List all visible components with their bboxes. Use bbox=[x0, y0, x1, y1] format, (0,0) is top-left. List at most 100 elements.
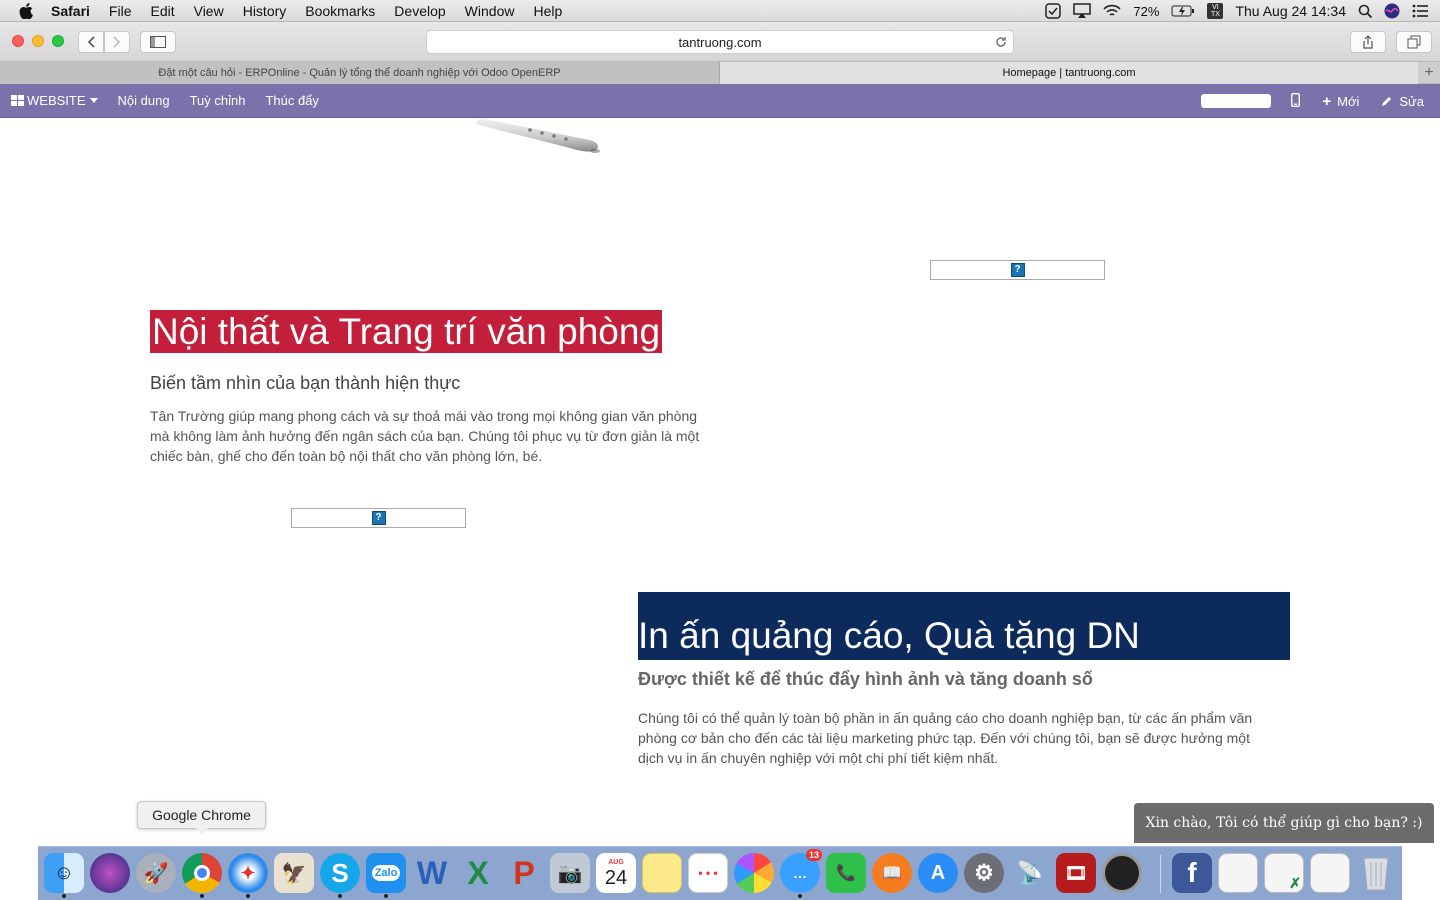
menu-view[interactable]: View bbox=[194, 3, 224, 19]
menu-bookmarks[interactable]: Bookmarks bbox=[305, 3, 375, 19]
launchpad-icon[interactable]: 🚀 bbox=[136, 853, 176, 893]
macos-dock: ☺ 🚀 ✦ 🦅 S Zalo W X P 📷 AUG 24 • • • … 13… bbox=[38, 846, 1402, 900]
menu-help[interactable]: Help bbox=[533, 3, 562, 19]
menu-app-name[interactable]: Safari bbox=[51, 3, 90, 19]
url-text: tantruong.com bbox=[678, 34, 762, 50]
address-bar[interactable]: tantruong.com bbox=[426, 30, 1014, 54]
ibooks-icon[interactable]: 📖 bbox=[872, 853, 912, 893]
share-button[interactable] bbox=[1350, 31, 1386, 53]
tooltip-text: Google Chrome bbox=[152, 807, 251, 823]
plus-icon: + bbox=[1424, 64, 1434, 81]
pencil-icon bbox=[1382, 97, 1392, 106]
airplay-icon[interactable] bbox=[1073, 3, 1092, 19]
chevron-right-icon bbox=[113, 36, 121, 48]
minimized-window-icon[interactable]: ✗ bbox=[1264, 853, 1304, 893]
menu-promote[interactable]: Thúc đẩy bbox=[265, 93, 318, 108]
powerpoint-icon[interactable]: P bbox=[504, 853, 544, 893]
app-store-icon[interactable]: A bbox=[918, 853, 958, 893]
reminders-icon[interactable]: • • • bbox=[688, 853, 728, 893]
show-tabs-button[interactable] bbox=[1396, 31, 1432, 53]
minimized-window-icon[interactable] bbox=[1218, 853, 1258, 893]
screenshot-icon[interactable] bbox=[1102, 853, 1142, 893]
broken-image-placeholder: ? bbox=[291, 508, 466, 528]
zalo-icon[interactable]: Zalo bbox=[366, 853, 406, 893]
reload-icon[interactable] bbox=[995, 36, 1007, 48]
edit-button[interactable]: Sửa bbox=[1381, 94, 1424, 109]
section-subtitle-printing: Được thiết kế để thúc đẩy hình ảnh và tă… bbox=[638, 669, 1093, 689]
forward-button[interactable] bbox=[104, 31, 130, 53]
menu-window[interactable]: Window bbox=[465, 3, 515, 19]
image-capture-icon[interactable]: 📷 bbox=[550, 853, 590, 893]
mobile-icon bbox=[1291, 92, 1301, 107]
menu-content[interactable]: Nội dung bbox=[118, 93, 170, 108]
tab-homepage[interactable]: Homepage | tantruong.com bbox=[720, 62, 1418, 84]
calendar-month: AUG bbox=[608, 858, 624, 866]
odoo-editor-bar: WEBSITE Nội dung Tuỳ chỉnh Thúc đẩy + Mới… bbox=[0, 84, 1440, 118]
safari-icon[interactable]: ✦ bbox=[228, 853, 268, 893]
editor-search-field[interactable] bbox=[1201, 94, 1272, 108]
wifi-icon[interactable] bbox=[1103, 4, 1122, 18]
spotlight-search-icon[interactable] bbox=[1358, 4, 1372, 18]
new-label: Mới bbox=[1337, 93, 1360, 109]
menu-customize[interactable]: Tuỳ chỉnh bbox=[190, 93, 246, 108]
pen-image bbox=[475, 118, 600, 153]
checkmark-status-icon[interactable] bbox=[1045, 3, 1062, 19]
network-utility-icon[interactable]: 📡 bbox=[1010, 853, 1050, 893]
notes-icon[interactable] bbox=[642, 853, 682, 893]
system-preferences-icon[interactable]: ⚙ bbox=[964, 853, 1004, 893]
battery-icon[interactable] bbox=[1171, 5, 1195, 17]
photo-booth-icon[interactable]: 🎞 bbox=[1056, 853, 1096, 893]
calendar-icon[interactable]: AUG 24 bbox=[596, 853, 636, 893]
messages-icon[interactable]: … 13 bbox=[780, 849, 822, 893]
battery-percent[interactable]: 72% bbox=[1133, 4, 1159, 19]
siri-icon[interactable] bbox=[1384, 3, 1400, 19]
menu-develop[interactable]: Develop bbox=[394, 3, 445, 19]
tab-title: Đặt một câu hỏi - ERPOnline - Quản lý tổ… bbox=[158, 67, 561, 79]
finder-icon[interactable]: ☺ bbox=[44, 853, 84, 893]
chrome-icon[interactable] bbox=[182, 853, 222, 893]
website-menu-button[interactable]: WEBSITE bbox=[11, 93, 98, 108]
tab-bar: Đặt một câu hỏi - ERPOnline - Quản lý tổ… bbox=[0, 61, 1440, 84]
input-method-icon[interactable]: VI TX bbox=[1207, 3, 1224, 19]
share-icon bbox=[1363, 35, 1373, 49]
word-icon[interactable]: W bbox=[412, 853, 452, 893]
minimized-window-icon[interactable] bbox=[1310, 853, 1350, 893]
mobile-preview-button[interactable] bbox=[1291, 92, 1301, 110]
missing-image-icon: ? bbox=[1010, 263, 1025, 277]
section-title-office-furniture: Nội thất và Trang trí văn phòng bbox=[150, 310, 663, 353]
trash-icon[interactable] bbox=[1356, 853, 1396, 893]
macos-menubar: Safari File Edit View History Bookmarks … bbox=[0, 0, 1440, 22]
apple-icon[interactable] bbox=[19, 2, 35, 19]
new-button[interactable]: + Mới bbox=[1322, 93, 1359, 110]
back-button[interactable] bbox=[78, 31, 104, 53]
facebook-icon[interactable]: f bbox=[1172, 853, 1212, 893]
clock[interactable]: Thu Aug 24 14:34 bbox=[1235, 3, 1346, 19]
minimize-window-button[interactable] bbox=[32, 35, 44, 47]
chat-greeting: Xin chào, Tôi có thể giúp gì cho bạn? :) bbox=[1145, 815, 1423, 831]
excel-icon[interactable]: X bbox=[458, 853, 498, 893]
missing-image-icon: ? bbox=[371, 511, 386, 525]
menu-edit[interactable]: Edit bbox=[150, 3, 174, 19]
sidebar-toggle-button[interactable] bbox=[140, 31, 176, 53]
tabs-overview-icon bbox=[1407, 35, 1421, 49]
skype-icon[interactable]: S bbox=[320, 853, 360, 893]
new-tab-button[interactable]: + bbox=[1418, 62, 1440, 84]
broken-image-placeholder: ? bbox=[930, 260, 1105, 280]
facetime-icon[interactable]: 📞 bbox=[826, 853, 866, 893]
tab-erponline[interactable]: Đặt một câu hỏi - ERPOnline - Quản lý tổ… bbox=[0, 62, 720, 84]
edit-label: Sửa bbox=[1399, 93, 1424, 109]
zoom-window-button[interactable] bbox=[52, 35, 64, 47]
photos-icon[interactable] bbox=[734, 853, 774, 893]
calendar-day: 24 bbox=[604, 866, 628, 889]
menu-history[interactable]: History bbox=[243, 3, 287, 19]
notification-center-icon[interactable] bbox=[1412, 4, 1428, 18]
preview-photo-icon[interactable]: 🦅 bbox=[274, 853, 314, 893]
grid-icon bbox=[11, 95, 24, 106]
siri-icon[interactable] bbox=[90, 853, 130, 893]
caret-down-icon bbox=[89, 98, 98, 103]
section-subtitle-office-furniture: Biến tầm nhìn của bạn thành hiện thực bbox=[150, 373, 461, 393]
close-window-button[interactable] bbox=[12, 35, 24, 47]
section-body-office-furniture: Tân Trường giúp mang phong cách và sự th… bbox=[150, 408, 700, 464]
live-chat-button[interactable]: Xin chào, Tôi có thể giúp gì cho bạn? :) bbox=[1134, 803, 1434, 843]
menu-file[interactable]: File bbox=[109, 3, 132, 19]
